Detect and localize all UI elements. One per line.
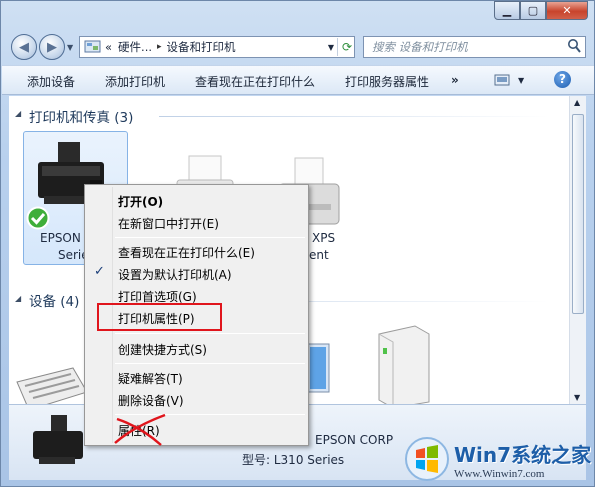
- print-server-props-button[interactable]: 打印服务器属性: [345, 73, 429, 90]
- breadcrumb-devices-printers[interactable]: 设备和打印机: [167, 39, 236, 55]
- watermark-logo-text: Win7系统之家: [454, 442, 592, 467]
- default-printer-check-icon: [26, 206, 50, 230]
- breadcrumb-separator[interactable]: ▸: [157, 42, 162, 52]
- address-dropdown-icon[interactable]: ▼: [328, 43, 334, 52]
- menu-item-set-default[interactable]: 设置为默认打印机(A): [118, 266, 232, 283]
- red-cross-annotation: [114, 413, 166, 446]
- watermark-url: Www.Winwin7.com: [454, 467, 545, 480]
- model-value: 型号: L310 Series: [242, 453, 345, 467]
- menu-item-troubleshoot[interactable]: 疑难解答(T): [118, 370, 183, 387]
- close-button[interactable]: ✕: [546, 1, 588, 20]
- caption-buttons: ▁ ▢ ✕: [494, 1, 588, 20]
- watermark: Win7系统之家 Www.Winwin7.com: [404, 436, 591, 482]
- menu-item-see-printing[interactable]: 查看现在正在打印什么(E): [118, 244, 255, 261]
- breadcrumb-hardware[interactable]: 硬件...: [118, 39, 152, 55]
- menu-separator: [115, 333, 305, 334]
- search-input[interactable]: 搜索 设备和打印机: [372, 39, 468, 55]
- menu-separator: [115, 363, 305, 364]
- group-divider: [159, 116, 549, 117]
- details-printer-icon: [33, 415, 83, 464]
- epson-printer-label-line1: EPSON: [40, 231, 81, 245]
- search-icon[interactable]: [567, 38, 581, 57]
- toolbar-overflow-button[interactable]: »: [451, 73, 459, 87]
- command-bar: 添加设备 添加打印机 查看现在正在打印什么 打印服务器属性 » ▼ ?: [2, 65, 594, 95]
- menu-item-open[interactable]: 打开(O): [118, 193, 163, 210]
- menu-item-create-shortcut[interactable]: 创建快捷方式(S): [118, 341, 207, 358]
- menu-separator: [115, 237, 305, 238]
- highlight-annotation-box: [97, 303, 222, 331]
- back-arrow-icon: ◀: [19, 39, 29, 55]
- xps-writer-label-line2: ent: [309, 248, 329, 262]
- view-dropdown-icon[interactable]: ▼: [518, 76, 524, 85]
- recent-pages-dropdown[interactable]: ▼: [67, 43, 73, 52]
- help-icon[interactable]: ?: [554, 71, 571, 88]
- scroll-down-icon[interactable]: ▼: [574, 393, 580, 402]
- forward-button[interactable]: ▶: [39, 34, 65, 60]
- see-printing-button[interactable]: 查看现在正在打印什么: [195, 73, 315, 90]
- search-box[interactable]: 搜索 设备和打印机: [363, 36, 586, 58]
- printers-group-collapse-icon[interactable]: ◢: [15, 109, 21, 118]
- menu-item-open-new-window[interactable]: 在新窗口中打开(E): [118, 215, 219, 232]
- add-printer-button[interactable]: 添加打印机: [105, 73, 165, 90]
- manufacturer-value: EPSON CORP: [315, 433, 394, 447]
- control-panel-icon: [84, 40, 101, 53]
- printers-group-header[interactable]: 打印机和传真 (3): [29, 106, 133, 126]
- back-button[interactable]: ◀: [11, 34, 37, 60]
- add-device-button[interactable]: 添加设备: [27, 73, 75, 90]
- menu-item-remove-device[interactable]: 删除设备(V): [118, 392, 184, 409]
- scroll-up-icon[interactable]: ▲: [574, 98, 580, 107]
- scrollbar-thumb[interactable]: [572, 114, 584, 314]
- devices-group-header[interactable]: 设备 (4): [29, 290, 79, 310]
- vertical-scrollbar[interactable]: ▲ ▼: [569, 96, 586, 404]
- checkmark-icon: ✓: [94, 264, 105, 279]
- minimize-button[interactable]: ▁: [494, 1, 520, 20]
- keyboard-icon: [16, 367, 88, 404]
- external-drive-icon: [378, 325, 430, 404]
- refresh-icon[interactable]: ⟳: [342, 40, 352, 54]
- maximize-button[interactable]: ▢: [520, 1, 546, 20]
- address-bar-divider: [337, 38, 338, 56]
- address-bar[interactable]: « 硬件... ▸ 设备和打印机 ▼ ⟳: [79, 36, 355, 58]
- view-options-icon[interactable]: [494, 74, 512, 89]
- windows-logo-icon: [405, 437, 449, 481]
- breadcrumb-overflow[interactable]: «: [105, 40, 112, 54]
- xps-writer-label-line1: XPS: [312, 231, 336, 245]
- navigation-bar: ◀ ▶ ▼ « 硬件... ▸ 设备和打印机 ▼ ⟳ 搜索 设备和打印机: [1, 31, 595, 61]
- monitor-icon: [306, 343, 330, 393]
- devices-group-collapse-icon[interactable]: ◢: [15, 294, 21, 303]
- forward-arrow-icon: ▶: [47, 39, 57, 55]
